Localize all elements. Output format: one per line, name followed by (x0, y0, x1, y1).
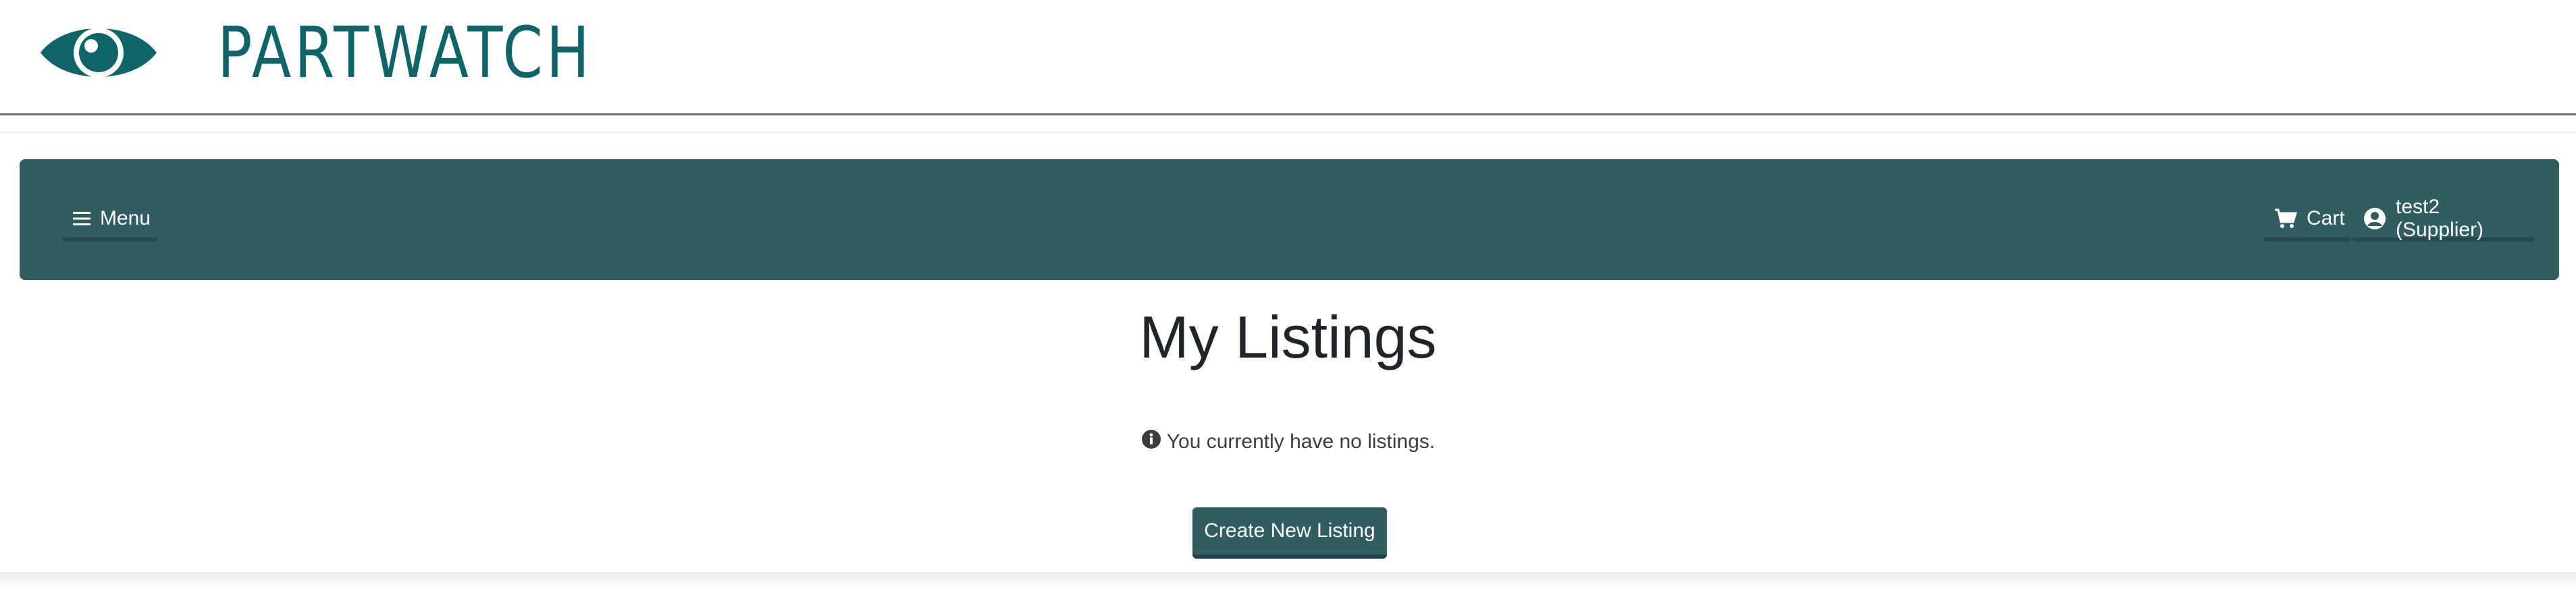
bottom-shadow (0, 572, 2576, 589)
site-header: PARTWATCH (0, 0, 2576, 133)
menu-label: Menu (100, 207, 151, 229)
user-label: test2 (Supplier) (2396, 196, 2484, 241)
page-title: My Listings (1139, 304, 1437, 370)
header-divider-light (0, 132, 2576, 133)
hamburger-icon (73, 211, 100, 226)
header-divider (0, 113, 2576, 115)
cart-label: Cart (2307, 207, 2345, 229)
empty-message-text: You currently have no listings. (1166, 430, 1436, 453)
cart-icon (2274, 208, 2307, 229)
user-account-button[interactable]: test2 (Supplier) (2352, 196, 2535, 242)
cart-button[interactable]: Cart (2263, 200, 2351, 242)
info-circle-icon (1141, 429, 1167, 455)
menu-button[interactable]: Menu (62, 200, 158, 242)
eye-icon (38, 18, 159, 88)
create-new-listing-button[interactable]: Create New Listing (1192, 507, 1387, 559)
logo-text: PARTWATCH (217, 11, 593, 94)
user-circle-icon (2363, 207, 2396, 230)
main-navbar: Menu Cart test2 (Supplier) (20, 159, 2559, 280)
empty-listings-message: You currently have no listings. (0, 429, 2576, 455)
logo[interactable]: PARTWATCH (38, 18, 675, 88)
